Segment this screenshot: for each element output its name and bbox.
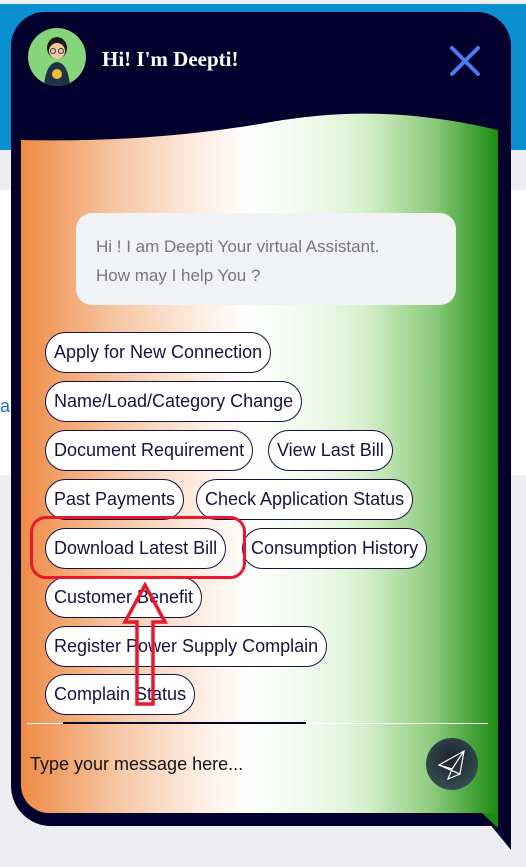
header-wave [21,100,498,141]
bot-message: Hi ! I am Deepti Your virtual Assistant.… [76,213,456,305]
chat-title: Hi! I'm Deepti! [102,47,239,71]
message-input[interactable] [30,750,410,778]
close-icon[interactable] [448,44,482,78]
option-name-load-category-change[interactable]: Name/Load/Category Change [45,381,303,422]
option-document-requirement[interactable]: Document Requirement [45,430,254,471]
option-apply-new-connection[interactable]: Apply for New Connection [45,332,272,373]
scrollbar[interactable] [63,722,306,724]
page-link[interactable]: a [0,396,10,417]
option-complain-status[interactable]: Complain Status [45,674,196,715]
greeting-line: How may I help You ? [96,266,261,285]
option-register-power-supply-complain[interactable]: Register Power Supply Complain [45,626,328,667]
option-check-application-status[interactable]: Check Application Status [196,479,414,520]
send-button[interactable] [426,738,478,790]
send-paper-plane-icon [437,749,465,781]
option-download-latest-bill[interactable]: Download Latest Bill [45,528,227,569]
option-customer-benefit[interactable]: Customer Benefit [45,577,203,618]
greeting-line: Hi ! I am Deepti Your virtual Assistant. [96,237,380,256]
avatar [28,28,86,86]
option-consumption-history[interactable]: Consumption History [242,528,428,569]
option-view-last-bill[interactable]: View Last Bill [268,430,393,471]
option-past-payments[interactable]: Past Payments [45,479,185,520]
